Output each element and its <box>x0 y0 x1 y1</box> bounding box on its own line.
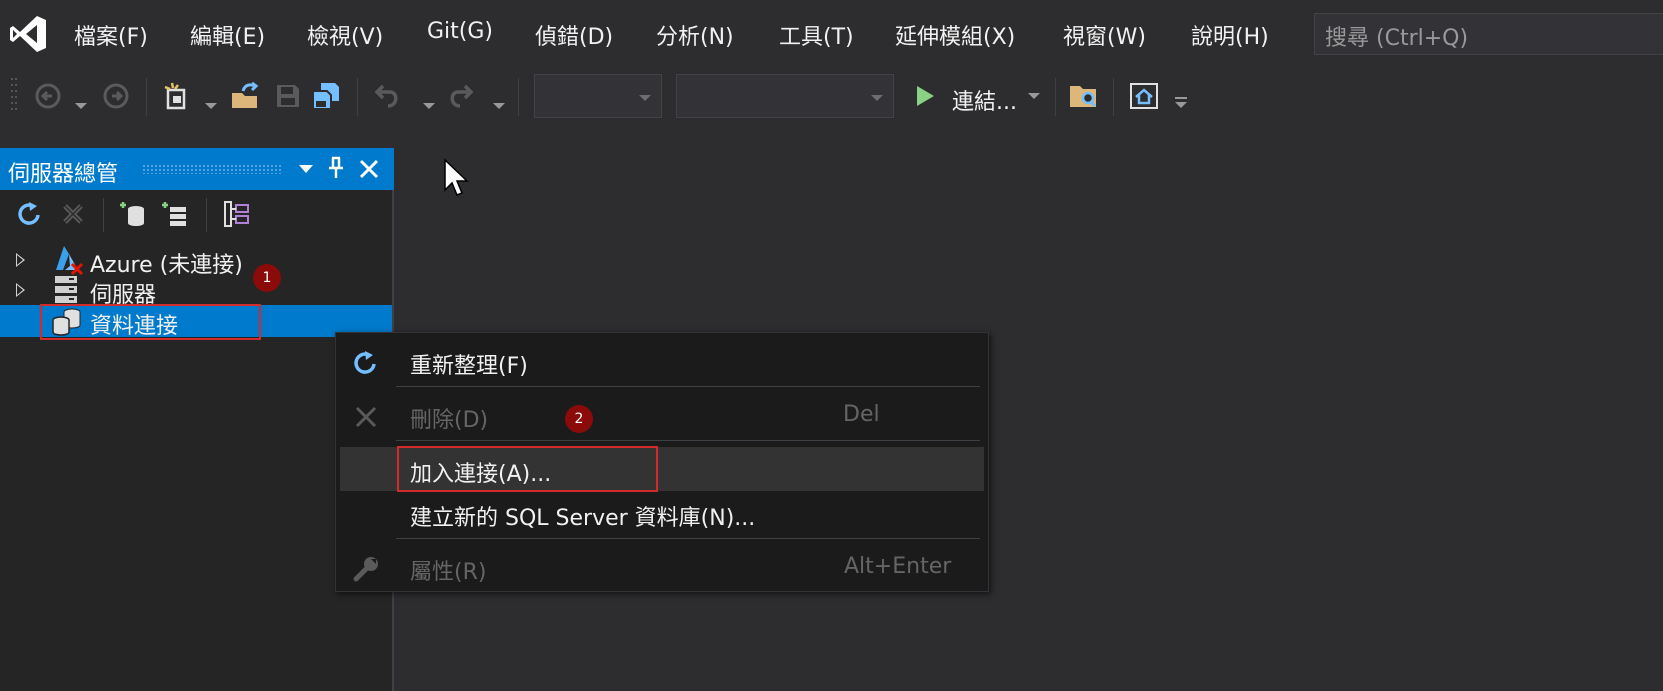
menu-tools[interactable]: 工具(T) <box>779 19 854 51</box>
cancel-icon <box>63 204 83 224</box>
forward-arrow-icon <box>103 83 129 109</box>
undo-dropdown-icon[interactable] <box>423 103 435 109</box>
open-file-button[interactable] <box>228 80 262 112</box>
toolbar-overflow-icon[interactable] <box>1173 96 1189 110</box>
connect-button-label[interactable]: 連結... <box>952 84 1017 116</box>
menu-view[interactable]: 檢視(V) <box>307 19 383 51</box>
search-input[interactable]: 搜尋 (Ctrl+Q) <box>1314 13 1663 55</box>
menu-git[interactable]: Git(G) <box>427 19 493 44</box>
save-icon <box>277 85 299 107</box>
save-all-icon <box>312 83 339 110</box>
menu-item-properties[interactable]: 屬性(R) Alt+Enter <box>340 545 984 589</box>
panel-toolbar <box>0 190 394 238</box>
menu-item-label: 刪除(D) <box>410 408 489 433</box>
menu-help[interactable]: 說明(H) <box>1191 19 1269 51</box>
pin-icon[interactable] <box>326 156 346 182</box>
panel-toolbar-separator <box>103 198 104 232</box>
toolbar-separator <box>1055 78 1056 116</box>
start-page-button[interactable] <box>1126 80 1162 112</box>
home-icon <box>1130 83 1158 109</box>
toolbar-grip-icon[interactable] <box>10 76 18 116</box>
step-callout-2: 2 <box>565 405 593 433</box>
azure-icon <box>56 246 84 276</box>
redo-icon <box>450 84 474 108</box>
undo-button[interactable] <box>370 80 402 112</box>
menu-item-label: 建立新的 SQL Server 資料庫(N)... <box>410 506 756 531</box>
highlight-box-step-1 <box>40 304 261 340</box>
folder-search-icon <box>1070 86 1097 108</box>
solution-platforms-combo[interactable] <box>676 74 894 118</box>
highlight-box-step-2 <box>397 446 658 492</box>
open-folder-icon <box>232 81 259 108</box>
panel-title: 伺服器總管 <box>8 162 119 187</box>
navigate-forward-button[interactable] <box>100 80 132 112</box>
refresh-icon <box>18 202 40 225</box>
expand-arrow-icon[interactable] <box>16 253 25 267</box>
connect-to-server-button[interactable] <box>158 198 192 230</box>
step-callout-1: 1 <box>253 264 281 292</box>
refresh-icon <box>350 347 382 379</box>
panel-title-bar[interactable]: 伺服器總管 <box>0 148 394 190</box>
menu-file[interactable]: 檔案(F) <box>74 19 148 51</box>
solution-configurations-combo[interactable] <box>534 74 662 118</box>
menu-separator <box>396 440 980 441</box>
connect-server-icon <box>162 202 186 226</box>
open-sharepoint-button[interactable] <box>220 198 254 230</box>
navigate-back-button[interactable] <box>32 80 64 112</box>
refresh-button[interactable] <box>14 198 46 230</box>
tree-item-azure[interactable]: Azure (未連接) <box>0 244 392 278</box>
menu-item-label: 重新整理(F) <box>410 354 528 379</box>
toolbar-separator <box>518 78 519 116</box>
menu-separator <box>396 386 980 387</box>
menu-item-shortcut: Del <box>843 402 880 427</box>
new-project-button[interactable] <box>160 80 194 112</box>
delete-icon <box>350 401 382 433</box>
menu-item-create-sql-database[interactable]: 建立新的 SQL Server 資料庫(N)... <box>340 491 984 535</box>
menu-edit[interactable]: 編輯(E) <box>190 19 265 51</box>
connect-dropdown-icon[interactable] <box>1028 93 1040 99</box>
wrench-icon <box>350 553 382 585</box>
menu-analyze[interactable]: 分析(N) <box>656 19 734 51</box>
toolbar-separator <box>357 78 358 116</box>
visual-studio-logo-icon <box>10 16 46 52</box>
window-position-dropdown-icon[interactable] <box>298 161 314 177</box>
stop-refresh-button[interactable] <box>58 198 88 230</box>
menu-window[interactable]: 視窗(W) <box>1063 19 1146 51</box>
connect-to-database-button[interactable] <box>116 198 150 230</box>
menu-item-shortcut: Alt+Enter <box>844 554 952 579</box>
menu-extensions[interactable]: 延伸模組(X) <box>895 19 1015 51</box>
toolbar-separator <box>146 78 147 116</box>
back-arrow-icon <box>35 83 61 109</box>
menu-separator <box>396 538 980 539</box>
panel-grip[interactable] <box>142 164 282 174</box>
tree-item-servers[interactable]: 伺服器 <box>0 274 392 308</box>
play-icon <box>917 86 934 106</box>
connect-database-icon <box>120 202 144 226</box>
back-dropdown-icon[interactable] <box>75 103 87 109</box>
new-project-dropdown-icon[interactable] <box>205 103 217 109</box>
expand-arrow-icon[interactable] <box>16 283 25 297</box>
menu-debug[interactable]: 偵錯(D) <box>535 19 613 51</box>
redo-dropdown-icon[interactable] <box>493 103 505 109</box>
save-all-button[interactable] <box>309 80 343 112</box>
close-icon[interactable] <box>358 158 380 180</box>
menu-item-label: 屬性(R) <box>410 560 487 585</box>
redo-button[interactable] <box>446 80 478 112</box>
mouse-pointer-icon <box>444 158 469 196</box>
menu-item-delete[interactable]: 刪除(D) Del <box>340 393 984 437</box>
undo-icon <box>374 84 398 108</box>
new-project-icon <box>164 82 186 110</box>
hierarchy-icon <box>224 201 249 227</box>
menu-bar: 檔案(F) 編輯(E) 檢視(V) Git(G) 偵錯(D) 分析(N) 工具(… <box>0 0 1663 64</box>
server-icon <box>55 276 77 303</box>
start-button[interactable] <box>910 80 940 112</box>
save-button[interactable] <box>272 80 304 112</box>
find-in-files-button[interactable] <box>1066 80 1102 112</box>
menu-item-refresh[interactable]: 重新整理(F) <box>340 339 984 383</box>
toolbar-separator <box>1113 78 1114 116</box>
standard-toolbar: 連結... <box>0 64 1663 128</box>
panel-toolbar-separator <box>206 198 207 232</box>
